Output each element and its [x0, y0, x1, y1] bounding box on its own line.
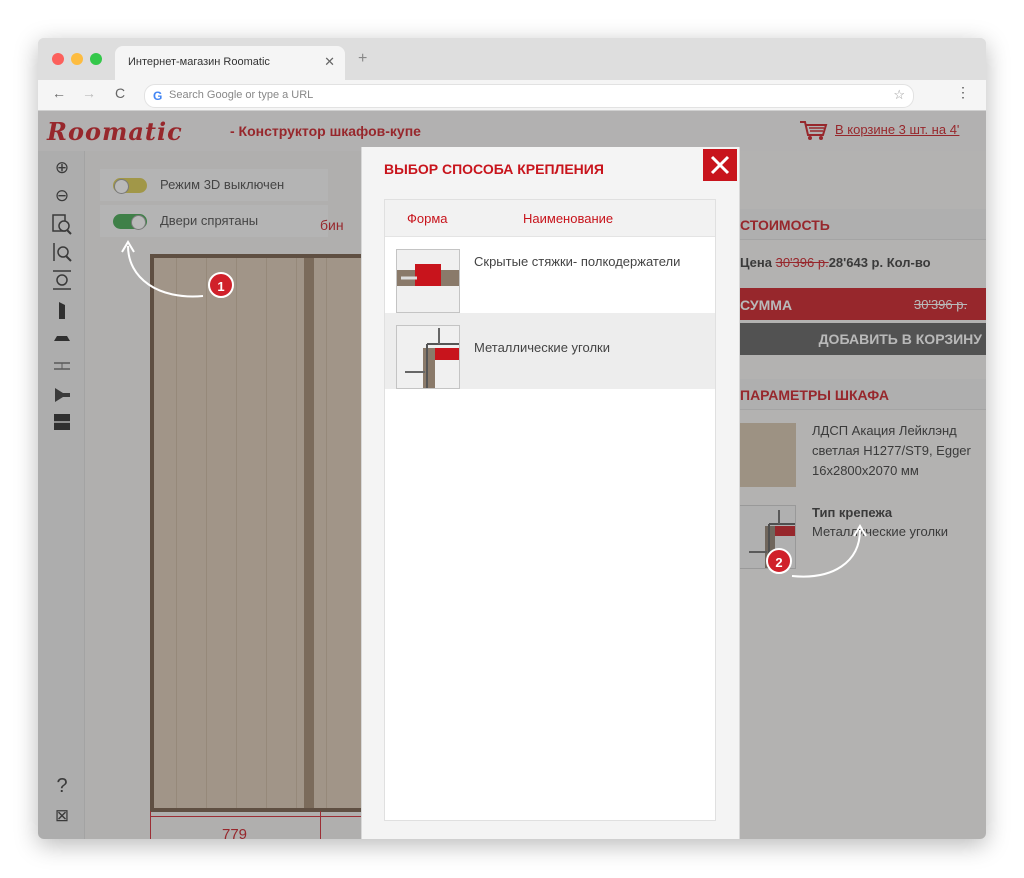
annotation-badge-2: 2: [766, 548, 792, 574]
browser-toolbar: ← → C G Search Google or type a URL ☆ ⋮: [38, 80, 986, 111]
minimize-window-dot[interactable]: [71, 53, 83, 65]
metal-corners-icon: [396, 325, 460, 389]
annotation-badge-1: 1: [208, 272, 234, 298]
address-placeholder: Search Google or type a URL: [169, 89, 314, 101]
option-hidden-ties[interactable]: Скрытые стяжки- полкодержатели: [385, 237, 715, 313]
hidden-ties-icon: [396, 249, 460, 313]
annotation-arrow-2: [791, 524, 867, 578]
bookmark-star-icon[interactable]: ☆: [893, 87, 905, 103]
list-header: Форма Наименование: [385, 200, 715, 237]
option-metal-corners-label: Металлические уголки: [474, 340, 610, 355]
back-icon[interactable]: ←: [52, 85, 66, 101]
tab-close-icon[interactable]: ✕: [324, 54, 335, 70]
close-window-dot[interactable]: [52, 53, 64, 65]
browser-menu-icon[interactable]: ⋮: [956, 84, 970, 101]
reload-icon[interactable]: C: [115, 85, 125, 101]
annotation-arrow-1: [121, 240, 204, 298]
maximize-window-dot[interactable]: [90, 53, 102, 65]
address-bar[interactable]: G Search Google or type a URL ☆: [144, 84, 914, 108]
tab-bar: Интернет-магазин Roomatic ✕ +: [38, 38, 986, 80]
modal-close-button[interactable]: [703, 149, 737, 181]
modal-title: ВЫБОР СПОСОБА КРЕПЛЕНИЯ: [384, 161, 604, 177]
mounting-options-list: Форма Наименование Скрытые стяжки- полко…: [384, 199, 716, 821]
browser-window: Интернет-магазин Roomatic ✕ + ← → C G Se…: [38, 38, 986, 839]
column-name[interactable]: Наименование: [523, 211, 613, 226]
new-tab-icon[interactable]: +: [358, 50, 367, 68]
close-icon: [710, 155, 730, 175]
option-metal-corners[interactable]: Металлические уголки: [385, 313, 715, 389]
google-icon: G: [153, 89, 163, 103]
tab-title: Интернет-магазин Roomatic: [128, 56, 270, 68]
forward-icon[interactable]: →: [82, 85, 96, 101]
option-hidden-ties-label: Скрытые стяжки- полкодержатели: [474, 254, 681, 269]
mounting-method-modal: ВЫБОР СПОСОБА КРЕПЛЕНИЯ Форма Наименован…: [361, 147, 740, 839]
column-shape[interactable]: Форма: [407, 211, 448, 226]
browser-tab[interactable]: Интернет-магазин Roomatic ✕: [115, 46, 345, 80]
